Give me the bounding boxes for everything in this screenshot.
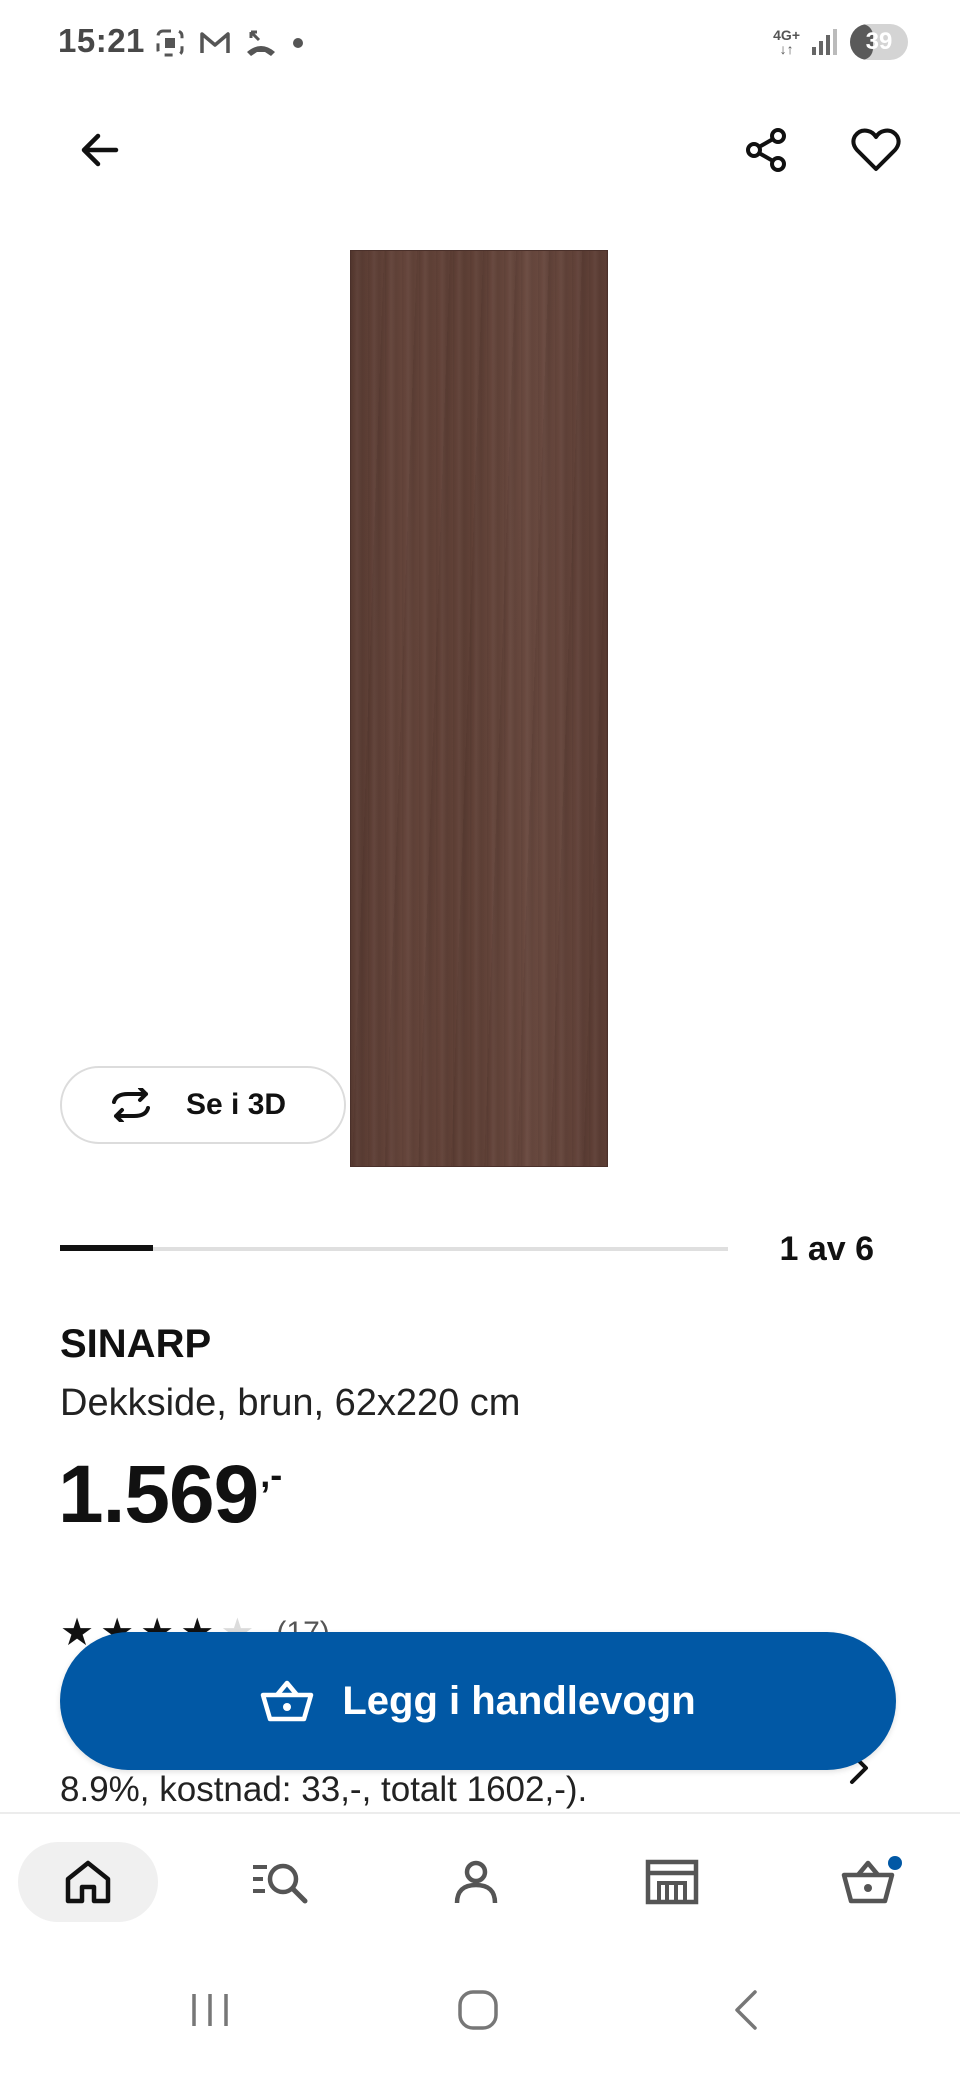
arrow-left-icon — [81, 133, 119, 167]
home-system-button[interactable] — [438, 1980, 518, 2040]
chevron-left-icon — [735, 1990, 757, 2030]
profile-icon — [454, 1860, 498, 1904]
gallery-progress-fill — [60, 1245, 153, 1251]
screenshot-icon — [156, 29, 184, 57]
favorite-button[interactable] — [844, 118, 908, 182]
nav-profile[interactable] — [406, 1842, 546, 1922]
search-list-icon — [253, 1863, 308, 1904]
missed-call-icon — [247, 30, 275, 56]
view-3d-button[interactable]: Se i 3D — [60, 1066, 346, 1144]
back-button[interactable] — [68, 118, 132, 182]
view-3d-label: Se i 3D — [186, 1088, 287, 1121]
system-back-button[interactable] — [706, 1980, 786, 2040]
product-description: Dekkside, brun, 62x220 cm — [60, 1382, 521, 1424]
store-icon — [645, 1859, 699, 1905]
signal-icon — [812, 29, 837, 55]
battery-indicator: 39 — [850, 24, 908, 60]
product-name: SINARP — [60, 1322, 212, 1366]
financing-text[interactable]: 8.9%, kostnad: 33,-, totalt 1602,-). — [60, 1770, 587, 1810]
gallery-counter: 1 av 6 — [779, 1230, 874, 1268]
heart-icon — [851, 128, 901, 171]
product-image[interactable] — [350, 250, 608, 1167]
home-circle-icon — [458, 1990, 498, 2030]
cart-badge — [888, 1856, 902, 1870]
rotate-3d-icon — [112, 1088, 150, 1122]
share-icon — [746, 128, 786, 172]
price-value: 1.569 — [58, 1449, 259, 1540]
add-to-cart-button[interactable]: Legg i handlevogn — [60, 1632, 896, 1770]
status-right: 4G+ ↓↑ 39 — [773, 24, 908, 60]
cart-icon — [841, 1860, 895, 1904]
home-icon — [65, 1860, 111, 1904]
status-time: 15:21 — [58, 22, 145, 59]
basket-icon — [261, 1680, 314, 1722]
nav-home[interactable] — [18, 1842, 158, 1922]
price-suffix: ,- — [260, 1454, 283, 1495]
nav-search[interactable] — [210, 1842, 350, 1922]
recent-apps-button[interactable] — [170, 1980, 250, 2040]
gmail-icon — [200, 32, 230, 53]
dot-icon — [293, 38, 303, 48]
nav-cart[interactable] — [798, 1842, 938, 1922]
add-to-cart-label: Legg i handlevogn — [342, 1678, 696, 1723]
gallery-progress-track — [60, 1247, 728, 1251]
share-button[interactable] — [734, 118, 798, 182]
product-price: 1.569 ,- — [58, 1450, 282, 1540]
bottom-nav — [0, 1812, 960, 1954]
battery-level: 39 — [865, 28, 893, 55]
status-notification-icons — [155, 28, 305, 58]
nav-stores[interactable] — [602, 1842, 742, 1922]
network-label: 4G+ ↓↑ — [773, 27, 800, 57]
recent-apps-icon — [192, 1994, 228, 2026]
